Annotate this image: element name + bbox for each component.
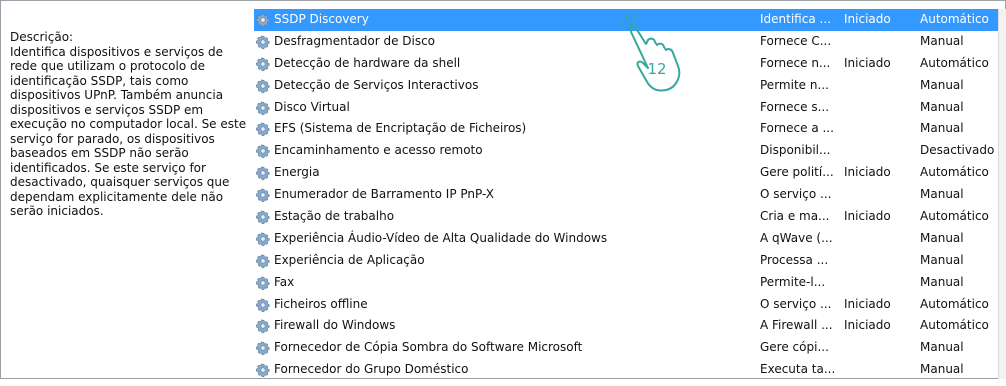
service-row[interactable]: Firewall do Windows A Firewall ... Iniciad… xyxy=(254,315,998,337)
gear-icon xyxy=(255,362,271,378)
service-startup-type: Manual xyxy=(920,77,964,92)
service-startup-type: Automático xyxy=(920,12,989,26)
service-description: Executa ta... xyxy=(760,362,836,377)
service-startup-type: Automático xyxy=(920,296,989,311)
service-row[interactable]: Detecção de hardware da shell Fornece n..… xyxy=(254,53,998,75)
service-name: Estação de trabalho xyxy=(274,209,395,224)
gear-icon xyxy=(255,143,271,159)
service-startup-type: Automático xyxy=(920,55,989,70)
service-description: Fornece C... xyxy=(760,33,832,48)
service-name: Fornecedor de Cópia Sombra do Software M… xyxy=(274,340,583,355)
service-name: Ficheiros offline xyxy=(274,296,368,311)
service-status: Iniciado xyxy=(844,296,891,311)
service-description: Gere polití... xyxy=(760,165,834,180)
service-name: Encaminhamento e acesso remoto xyxy=(274,143,483,158)
service-status: Iniciado xyxy=(844,318,891,333)
service-description: Identifica ... xyxy=(760,12,831,26)
service-description: Permite n... xyxy=(760,77,829,92)
gear-icon xyxy=(255,253,271,269)
service-row[interactable]: Enumerador de Barramento IP PnP-X O servi… xyxy=(254,184,998,206)
gear-icon xyxy=(255,231,271,247)
gear-icon xyxy=(255,12,271,28)
service-description: O serviço ... xyxy=(760,296,832,311)
gear-icon xyxy=(255,34,271,50)
service-status: Iniciado xyxy=(844,209,891,224)
service-description: Disponibil... xyxy=(760,143,831,158)
service-startup-type: Automático xyxy=(920,209,989,224)
service-name: Firewall do Windows xyxy=(274,318,396,333)
service-name: EFS (Sistema de Encriptação de Ficheiros… xyxy=(274,121,527,136)
description-text: Identifica dispositivos e serviços de re… xyxy=(10,44,247,219)
service-name: Fornecedor do Grupo Doméstico xyxy=(274,362,469,377)
service-row[interactable]: Experiência de Aplicação Processa ... Manu… xyxy=(254,250,998,272)
service-row[interactable]: Fornecedor do Grupo Doméstico Executa ta.… xyxy=(254,359,998,381)
gear-icon xyxy=(255,275,271,291)
service-startup-type: Manual xyxy=(920,230,964,245)
service-startup-type: Manual xyxy=(920,340,964,355)
service-row[interactable]: Disco Virtual Fornece s... Manual xyxy=(254,97,998,119)
vertical-scrollbar[interactable] xyxy=(998,9,1006,379)
service-row[interactable]: Fornecedor de Cópia Sombra do Software M… xyxy=(254,337,998,359)
service-description: O serviço ... xyxy=(760,187,832,202)
description-heading: Descrição: xyxy=(10,30,74,44)
service-row[interactable]: Desfragmentador de Disco Fornece C... Manu… xyxy=(254,31,998,53)
service-name: Fax xyxy=(274,274,295,289)
service-row[interactable]: Ficheiros offline O serviço ... Iniciado Au… xyxy=(254,294,998,316)
service-status: Iniciado xyxy=(844,12,891,26)
service-row[interactable]: Estação de trabalho Cria e ma... Iniciado A… xyxy=(254,206,998,228)
service-name: Enumerador de Barramento IP PnP-X xyxy=(274,187,494,202)
service-description: Permite-l... xyxy=(760,274,826,289)
service-status: Iniciado xyxy=(844,165,891,180)
service-row[interactable]: Encaminhamento e acesso remoto Disponibil… xyxy=(254,140,998,162)
service-row[interactable]: Fax Permite-l... Manual xyxy=(254,272,998,294)
service-description: A qWave (... xyxy=(760,230,833,245)
service-description: A Firewall ... xyxy=(760,318,833,333)
service-name: Detecção de Serviços Interactivos xyxy=(274,77,479,92)
gear-icon xyxy=(255,121,271,137)
gear-icon xyxy=(255,318,271,334)
gear-icon xyxy=(255,78,271,94)
service-description: Fornece a ... xyxy=(760,121,834,136)
service-startup-type: Manual xyxy=(920,33,964,48)
service-status: Iniciado xyxy=(844,55,891,70)
gear-icon xyxy=(255,165,271,181)
gear-icon xyxy=(255,340,271,356)
service-description-pane: Descrição: Identifica dispositivos e ser… xyxy=(10,30,248,219)
service-row[interactable]: Energia Gere polití... Iniciado Automático xyxy=(254,162,998,184)
service-startup-type: Desactivado xyxy=(920,143,995,158)
service-startup-type: Manual xyxy=(920,362,964,377)
gear-icon xyxy=(255,209,271,225)
callout-number: 12 xyxy=(647,60,667,78)
service-description: Fornece n... xyxy=(760,55,831,70)
gear-icon xyxy=(255,100,271,116)
service-startup-type: Manual xyxy=(920,187,964,202)
service-description: Processa ... xyxy=(760,252,829,267)
service-row[interactable]: Detecção de Serviços Interactivos Permite… xyxy=(254,75,998,97)
service-startup-type: Manual xyxy=(920,274,964,289)
service-row[interactable]: SSDP Discovery Identifica ... Iniciado Auto… xyxy=(254,9,998,31)
service-startup-type: Manual xyxy=(920,99,964,114)
gear-icon xyxy=(255,56,271,72)
service-row[interactable]: Experiência Áudio-Vídeo de Alta Qualidad… xyxy=(254,228,998,250)
service-name: Detecção de hardware da shell xyxy=(274,55,461,70)
service-startup-type: Automático xyxy=(920,165,989,180)
gear-icon xyxy=(255,187,271,203)
service-name: Desfragmentador de Disco xyxy=(274,33,436,48)
service-description: Fornece s... xyxy=(760,99,830,114)
gear-icon xyxy=(255,297,271,313)
service-name: Disco Virtual xyxy=(274,99,350,114)
service-startup-type: Automático xyxy=(920,318,989,333)
service-name: SSDP Discovery xyxy=(274,12,369,26)
service-name: Energia xyxy=(274,165,320,180)
services-list: SSDP Discovery Identifica ... Iniciado Auto… xyxy=(254,9,998,381)
service-name: Experiência de Aplicação xyxy=(274,252,425,267)
service-description: Cria e ma... xyxy=(760,209,830,224)
service-startup-type: Manual xyxy=(920,121,964,136)
service-startup-type: Manual xyxy=(920,252,964,267)
service-description: Gere cópi... xyxy=(760,340,829,355)
service-name: Experiência Áudio-Vídeo de Alta Qualidad… xyxy=(274,230,608,245)
service-row[interactable]: EFS (Sistema de Encriptação de Ficheiros… xyxy=(254,118,998,140)
